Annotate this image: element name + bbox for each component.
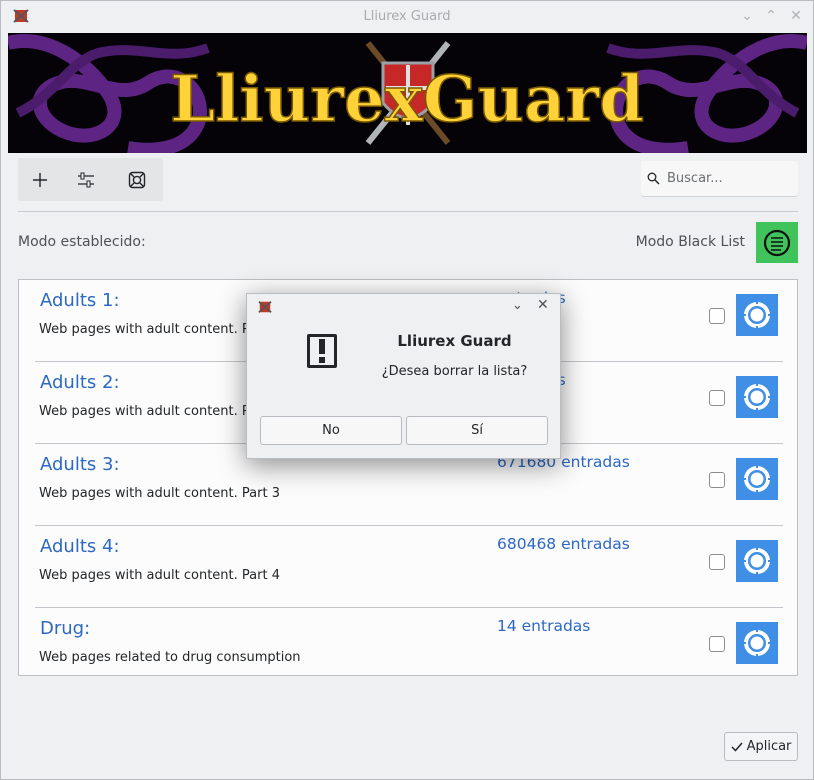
list-name: Adults 2: (40, 372, 120, 393)
add-icon[interactable] (25, 165, 55, 195)
search-icon (647, 172, 660, 185)
mode-label: Modo establecido: (18, 234, 146, 250)
list-checkbox[interactable] (709, 308, 725, 324)
gear-icon[interactable] (736, 376, 778, 418)
title-bar: Lliurex Guard ⌄ ⌃ ✕ (1, 1, 813, 32)
lifebuoy-icon[interactable] (122, 165, 152, 195)
dialog-message: ¿Desea borrar la lista? (381, 364, 528, 379)
toolbar (18, 158, 163, 201)
app-icon (258, 301, 272, 313)
list-checkbox[interactable] (709, 636, 725, 652)
gear-icon[interactable] (736, 458, 778, 500)
mode-value: Modo Black List (635, 234, 745, 250)
list-description: Web pages with adult content. Part 1 (39, 322, 280, 337)
chevron-down-icon[interactable]: ⌄ (512, 298, 523, 313)
yes-button[interactable]: Sí (406, 416, 548, 445)
close-icon[interactable]: ✕ (537, 297, 549, 313)
search-input[interactable]: Buscar... (641, 161, 798, 197)
mode-button[interactable] (756, 222, 798, 263)
close-icon[interactable]: ✕ (787, 7, 805, 25)
list-name: Adults 1: (40, 290, 120, 311)
gear-icon[interactable] (736, 622, 778, 664)
list-item: Drug: Web pages related to drug consumpt… (35, 608, 783, 690)
gear-icon[interactable] (736, 294, 778, 336)
divider (18, 211, 798, 212)
main-window: Lliurex Guard ⌄ ⌃ ✕ LliurexGuard Buscar.… (0, 0, 814, 780)
checkmark-icon (731, 742, 743, 752)
search-placeholder: Buscar... (667, 171, 723, 186)
list-item: Adults 4: Web pages with adult content. … (35, 526, 783, 608)
list-checkbox[interactable] (709, 390, 725, 406)
sliders-icon[interactable] (71, 165, 101, 195)
apply-label: Aplicar (746, 739, 792, 754)
apply-button[interactable]: Aplicar (724, 732, 798, 761)
window-title: Lliurex Guard (363, 9, 451, 24)
gear-icon[interactable] (736, 540, 778, 582)
confirm-dialog: ⌄ ✕ Lliurex Guard ¿Desea borrar la lista… (246, 293, 561, 459)
list-description: Web pages with adult content. Part 4 (39, 568, 280, 583)
list-description: Web pages related to drug consumption (39, 650, 301, 665)
list-description: Web pages with adult content. Part 3 (39, 486, 280, 501)
list-mode-icon (763, 229, 791, 256)
banner-artwork: LliurexGuard (8, 34, 807, 153)
list-count: 14 entradas (497, 617, 591, 635)
list-name: Adults 4: (40, 536, 120, 557)
dialog-title: Lliurex Guard (397, 332, 512, 350)
minimize-chevron-down-icon[interactable]: ⌄ (738, 7, 756, 25)
banner: LliurexGuard (8, 33, 807, 153)
list-checkbox[interactable] (709, 472, 725, 488)
list-count: 680468 entradas (497, 535, 630, 553)
list-description: Web pages with adult content. Part 2 (39, 404, 280, 419)
no-button[interactable]: No (260, 416, 402, 445)
maximize-chevron-up-icon[interactable]: ⌃ (762, 7, 780, 25)
list-checkbox[interactable] (709, 554, 725, 570)
banner-logo-text: LliurexGuard (170, 62, 644, 137)
list-name: Adults 3: (40, 454, 120, 475)
list-name: Drug: (40, 618, 91, 639)
